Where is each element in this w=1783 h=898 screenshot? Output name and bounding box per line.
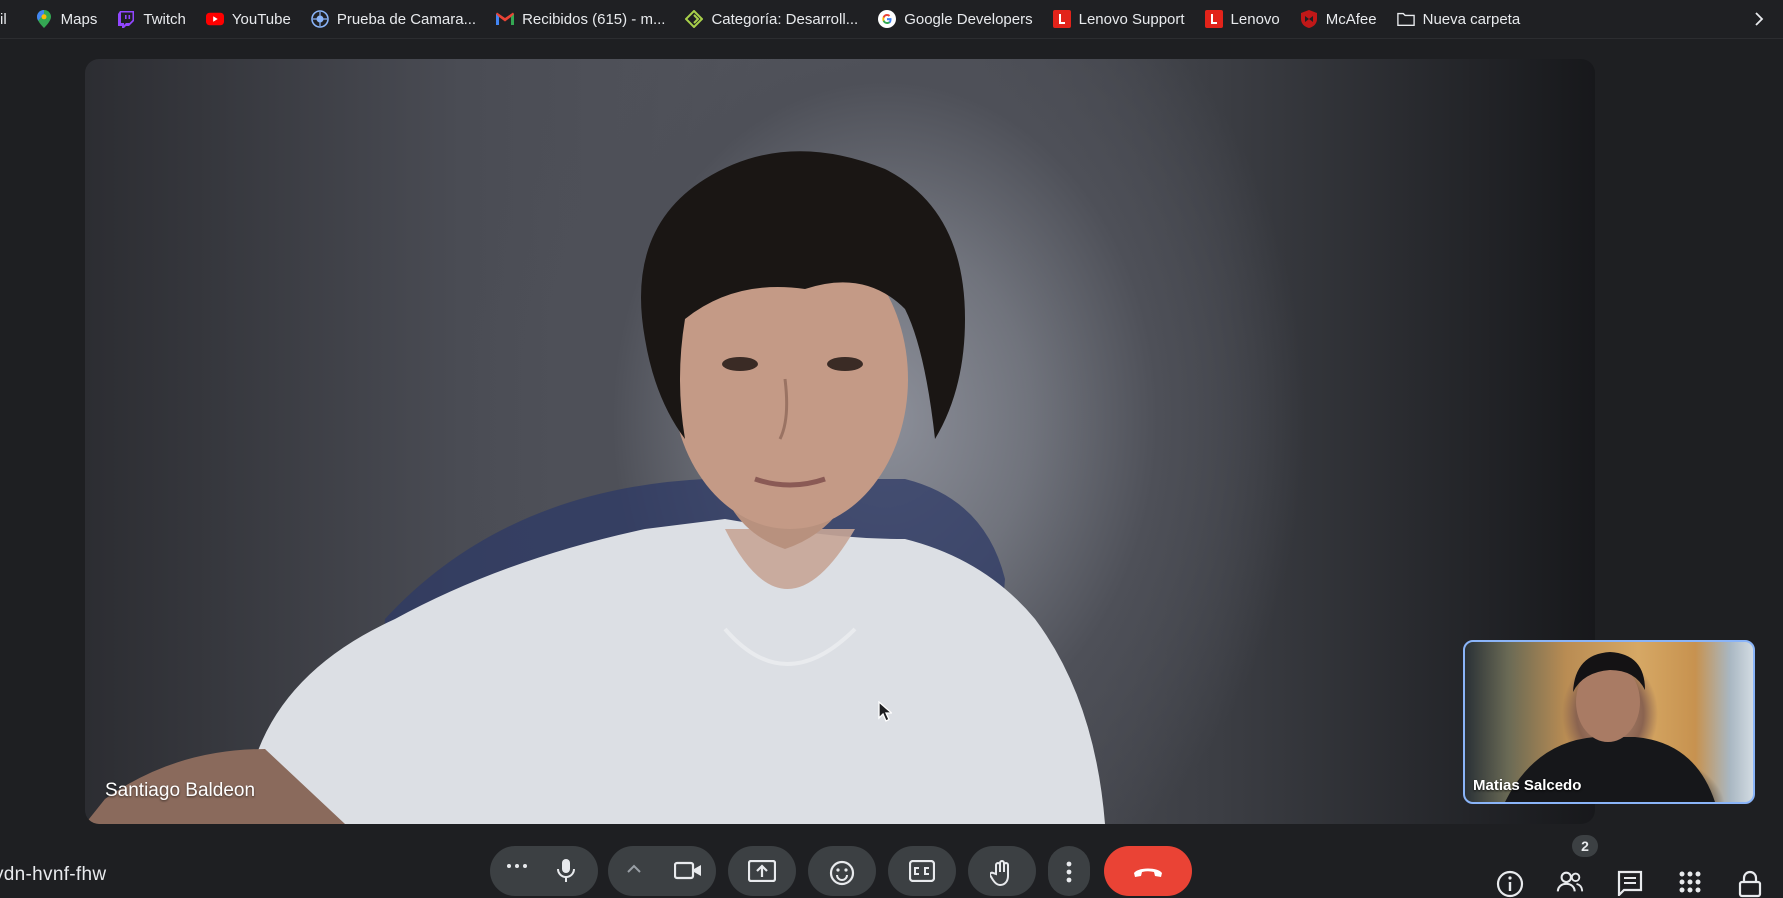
bookmark-category[interactable]: Categoría: Desarroll... [678,5,865,33]
bookmark-gmail[interactable]: Recibidos (615) - m... [489,5,672,33]
bookmark-label: Nueva carpeta [1422,10,1521,28]
chat-icon[interactable] [1616,870,1644,898]
emoji-icon [829,860,855,886]
people-icon[interactable] [1556,870,1584,898]
google-icon [878,10,897,28]
bookmark-google-developers[interactable]: Google Developers [871,5,1039,33]
info-icon[interactable] [1496,870,1524,898]
gmail-icon [496,10,515,28]
meeting-stage: Santiago Baldeon Matias Salcedo [0,39,1783,830]
more-options-button[interactable] [490,846,598,896]
bookmarks-bar: il Maps Twitch YouTube Prueba de Camara.… [0,0,1783,39]
category-icon [685,10,704,28]
bookmark-label: YouTube [231,10,291,28]
camera-icon [674,860,702,880]
webcam-test-icon [311,10,329,28]
microphone-icon[interactable] [556,858,576,882]
self-view-name: Matias Salcedo [1473,777,1582,794]
bookmark-label: Categoría: Desarroll... [711,10,859,28]
folder-icon [1396,10,1415,28]
lenovo-icon [1204,10,1223,28]
bookmark-label: Recibidos (615) - m... [522,10,666,28]
bookmark-label: Google Developers [904,10,1033,28]
bookmark-label: Twitch [143,10,186,28]
twitch-icon [117,10,135,28]
vertical-dots-icon [1066,860,1072,884]
hand-icon [990,860,1014,886]
bookmark-maps[interactable]: Maps [28,5,105,33]
bookmark-label: il [0,10,7,28]
youtube-icon [205,10,224,28]
bookmark-folder[interactable]: Nueva carpeta [1390,5,1528,33]
chevron-up-icon[interactable] [626,864,642,874]
phone-hangup-icon [1132,860,1164,878]
bookmark-label: Lenovo Support [1078,10,1185,28]
present-icon [748,860,776,882]
bookmark-lenovo[interactable]: Lenovo [1198,5,1287,33]
activities-icon[interactable] [1676,870,1704,898]
present-screen-button[interactable] [728,846,796,896]
participants-count-badge: 2 [1572,835,1598,857]
bookmark-truncated[interactable]: il [0,5,14,33]
participant-silhouette [85,151,1105,824]
captions-button[interactable] [888,846,956,896]
bookmark-twitch[interactable]: Twitch [110,5,193,33]
mcafee-shield-icon [1300,10,1318,28]
reactions-button[interactable] [808,846,876,896]
bookmark-label: Maps [60,10,98,28]
mouse-cursor-icon [878,700,894,723]
meeting-code: ydn-hvnf-fhw [0,864,107,885]
more-actions-button[interactable] [1048,846,1090,896]
bookmark-youtube[interactable]: YouTube [199,5,298,33]
lenovo-icon [1052,10,1071,28]
bookmark-mcafee[interactable]: McAfee [1293,5,1384,33]
chevron-right-icon[interactable] [1749,9,1769,29]
main-participant-name: Santiago Baldeon [105,780,256,801]
main-participant-video[interactable]: Santiago Baldeon [85,59,1595,824]
leave-call-button[interactable] [1104,846,1192,896]
bookmark-lenovo-support[interactable]: Lenovo Support [1046,5,1192,33]
bookmark-label: Lenovo [1230,10,1280,28]
maps-pin-icon [35,10,53,28]
host-controls-icon[interactable] [1736,870,1764,898]
bookmark-label: McAfee [1325,10,1377,28]
self-view-tile[interactable]: Matias Salcedo [1463,640,1755,804]
ellipsis-icon [506,860,528,870]
camera-button[interactable] [608,846,716,896]
captions-icon [909,860,935,882]
bookmark-camera-test[interactable]: Prueba de Camara... [304,5,483,33]
bookmark-label: Prueba de Camara... [336,10,477,28]
meeting-controls-bar: ydn-hvnf-fhw 2 [0,830,1783,898]
raise-hand-button[interactable] [968,846,1036,896]
